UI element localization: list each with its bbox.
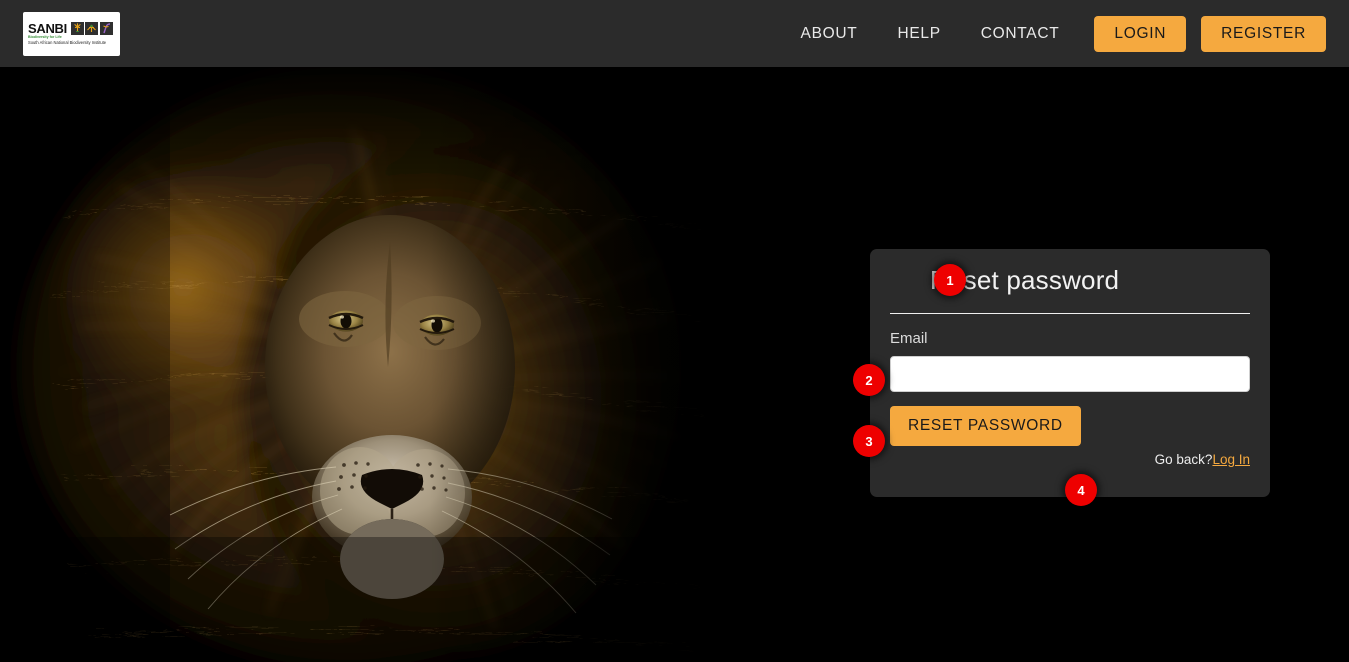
logo-tile-protea-icon [85, 21, 99, 35]
logo-tile-aloe-icon [99, 21, 113, 35]
logo-tagline: Biodiversity for Life [28, 34, 62, 39]
annotation-badge-2: 2 [853, 364, 885, 396]
card-divider [890, 313, 1250, 314]
annotation-badge-1: 1 [934, 264, 966, 296]
site-header: SANBI Biodiversity for Life South Africa… [0, 0, 1349, 67]
reset-password-card: Reset password Email RESET PASSWORD Go b… [870, 249, 1270, 497]
reset-password-button[interactable]: RESET PASSWORD [890, 406, 1081, 446]
main-navigation: ABOUT HELP CONTACT LOGIN REGISTER [781, 15, 1349, 52]
card-header: Reset password [870, 249, 1270, 311]
login-button[interactable]: LOGIN [1094, 15, 1187, 52]
page-body: Reset password Email RESET PASSWORD Go b… [0, 67, 1349, 662]
sanbi-logo[interactable]: SANBI Biodiversity for Life South Africa… [23, 11, 120, 56]
annotation-badge-4: 4 [1065, 474, 1097, 506]
logo-tile-flower-icon [70, 21, 84, 35]
logo-top-row: SANBI [28, 20, 115, 36]
log-in-link[interactable]: Log In [1212, 452, 1250, 467]
nav-link-about[interactable]: ABOUT [781, 25, 878, 43]
hero-right-fade [560, 67, 820, 662]
email-label: Email [890, 330, 928, 347]
nav-link-help[interactable]: HELP [877, 25, 960, 43]
go-back-text: Go back? [1154, 452, 1213, 467]
nav-link-contact[interactable]: CONTACT [961, 25, 1080, 43]
logo-plant-tiles [70, 21, 113, 35]
register-button[interactable]: REGISTER [1201, 15, 1326, 52]
email-field[interactable] [890, 356, 1250, 392]
go-back-row: Go back?Log In [870, 452, 1250, 467]
logo-full-name: South African National Biodiversity Inst… [28, 40, 107, 46]
logo-wordmark: SANBI [28, 20, 67, 36]
annotation-badge-3: 3 [853, 425, 885, 457]
